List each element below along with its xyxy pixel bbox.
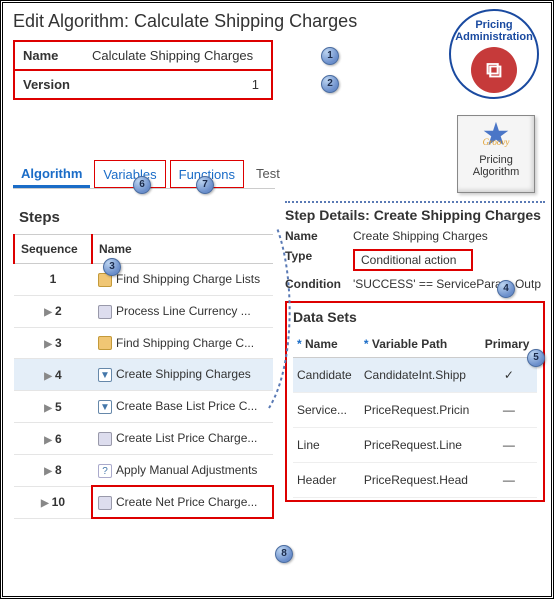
step-seq: 6 [55,432,62,446]
expand-icon[interactable]: ▶ [44,371,52,382]
badge-admin-label: Pricing Administration [451,19,537,43]
step-seq: 1 [50,272,57,286]
info-name-label: Name [14,41,84,70]
ds-path: PriceRequest.Line [360,428,481,463]
step-name: Create List Price Charge... [116,431,257,445]
step-row[interactable]: ▶3 Find Shipping Charge C... [14,327,273,359]
step-seq: 2 [55,304,62,318]
nodes-icon [98,432,112,446]
groovy-label: Groovy [483,128,510,156]
tab-test[interactable]: Test [248,160,288,188]
ds-primary: — [481,393,537,428]
info-version-label: Version [14,70,84,99]
expand-icon[interactable]: ▶ [44,403,52,414]
callout-4: 4 [497,280,515,298]
callout-1: 1 [321,47,339,65]
ds-path: PriceRequest.Pricin [360,393,481,428]
steps-col-name[interactable]: Name [92,235,273,264]
ds-path: CandidateInt.Shipp [360,358,481,393]
expand-icon[interactable]: ▶ [44,435,52,446]
info-name-value: Calculate Shipping Charges [84,41,272,70]
step-row[interactable]: ▶5 ▼ Create Base List Price C... [14,391,273,423]
ds-primary: — [481,428,537,463]
ds-row[interactable]: Candidate CandidateInt.Shipp ✓ [293,358,537,393]
detail-name-label: Name [285,229,345,243]
step-seq: 8 [55,463,62,477]
ds-name: Line [293,428,360,463]
steps-col-sequence[interactable]: Sequence [14,235,92,264]
step-name: Process Line Currency ... [116,304,251,318]
expand-icon[interactable]: ▶ [44,307,52,318]
callout-3: 3 [103,258,121,276]
ds-col-varpath[interactable]: * Variable Path [360,331,481,358]
step-row[interactable]: ▶8 ? Apply Manual Adjustments [14,454,273,486]
callout-7: 7 [196,176,214,194]
step-details-title: Step Details: Create Shipping Charges [285,201,545,223]
gauge-icon: ⧉ [486,57,502,83]
tab-algorithm[interactable]: Algorithm [13,160,90,188]
steps-table: Sequence Name 1 Find Shipping Charge Lis… [13,234,273,519]
data-sets-panel: Data Sets * Name * Variable Path Primary… [285,301,545,502]
step-name: Create Shipping Charges [116,367,251,381]
step-row[interactable]: ▶6 Create List Price Charge... [14,423,273,455]
star-icon: ★ Groovy [458,120,534,148]
step-name: Find Shipping Charge C... [116,336,254,350]
document-icon: ? [98,464,112,478]
expand-icon[interactable]: ▶ [41,498,49,509]
expand-icon[interactable]: ▶ [44,466,52,477]
detail-condition-value: 'SUCCESS' == ServiceParam.Outp [353,277,545,291]
step-name: Create Net Price Charge... [116,495,257,509]
step-seq: 3 [55,336,62,350]
detail-name-value: Create Shipping Charges [353,229,545,243]
ds-row[interactable]: Line PriceRequest.Line — [293,428,537,463]
folder-icon [98,336,112,350]
step-name: Find Shipping Charge Lists [116,272,260,286]
ds-col-name[interactable]: * Name [293,331,360,358]
step-details-panel: Step Details: Create Shipping Charges Na… [275,199,551,559]
ds-row[interactable]: Header PriceRequest.Head — [293,463,537,498]
ds-name: Service... [293,393,360,428]
callout-5: 5 [527,349,545,367]
info-row-version: Version 1 [14,70,272,99]
ds-path: PriceRequest.Head [360,463,481,498]
data-sets-title: Data Sets [293,309,537,325]
callout-2: 2 [321,75,339,93]
step-name: Create Base List Price C... [116,399,257,413]
step-name: Apply Manual Adjustments [116,463,257,477]
detail-type-label: Type [285,249,345,271]
step-seq: 5 [55,400,62,414]
funnel-icon: ▼ [98,400,112,414]
ds-name: Header [293,463,360,498]
ds-primary: — [481,463,537,498]
badge-algo-label: Pricing Algorithm [458,154,534,178]
steps-panel: Steps Sequence Name 1 Find Shipping Char… [3,199,275,559]
info-row-name: Name Calculate Shipping Charges [14,41,272,70]
expand-icon[interactable]: ▶ [44,339,52,350]
step-seq: 4 [55,368,62,382]
callout-6: 6 [133,176,151,194]
funnel-icon: ▼ [98,368,112,382]
data-sets-table: * Name * Variable Path Primary Candidate… [293,331,537,498]
detail-condition-label: Condition [285,277,345,291]
info-version-value: 1 [84,70,272,99]
step-row-selected[interactable]: ▶4 ▼ Create Shipping Charges [14,359,273,391]
callout-8: 8 [275,545,293,563]
ds-row[interactable]: Service... PriceRequest.Pricin — [293,393,537,428]
step-row[interactable]: ▶2 Process Line Currency ... [14,295,273,327]
nodes-icon [98,496,112,510]
ds-name: Candidate [293,358,360,393]
detail-type-value: Conditional action [353,249,473,271]
pricing-algorithm-badge: ★ Groovy Pricing Algorithm [457,115,535,193]
step-row[interactable]: 1 Find Shipping Charge Lists [14,264,273,296]
steps-title: Steps [13,199,275,234]
tab-variables[interactable]: Variables [94,160,165,188]
pricing-administration-badge: Pricing Administration ⧉ [449,9,539,99]
step-row[interactable]: ▶10 Create Net Price Charge... [14,486,273,518]
pricing-admin-icon: ⧉ [471,47,517,93]
nodes-icon [98,305,112,319]
algorithm-info-table: Name Calculate Shipping Charges Version … [13,40,273,100]
step-seq: 10 [52,495,65,509]
